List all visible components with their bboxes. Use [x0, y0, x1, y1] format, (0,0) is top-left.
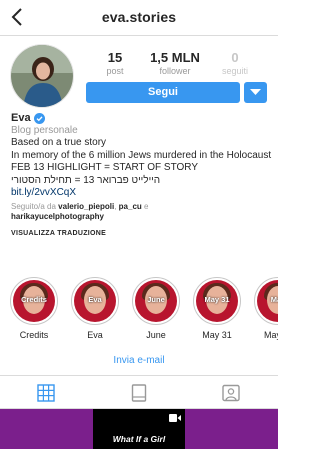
highlight-label: June: [146, 330, 166, 340]
bio-line: Based on a true story: [11, 137, 107, 148]
following-count: 0: [231, 50, 239, 65]
highlight-ring: Credits: [10, 277, 58, 325]
see-translation-link[interactable]: VISUALIZZA TRADUZIONE: [11, 228, 273, 241]
bio-line-hebrew: היילייט פברואר 13 = תחילת הסטורי: [11, 174, 161, 186]
followed-separator: ,: [114, 201, 117, 211]
follow-button[interactable]: Segui: [86, 82, 240, 103]
highlight-cover-text: June: [147, 295, 165, 304]
followed-by[interactable]: Seguito/a da valerio_piepoli, pa_cu e ha…: [11, 202, 273, 223]
tagged-icon[interactable]: [222, 384, 240, 402]
following-label: seguiti: [221, 66, 248, 76]
bio-line: FEB 13 HIGHLIGHT = START OF STORY: [11, 162, 198, 173]
highlight-cover: June: [135, 280, 177, 322]
followed-and: e: [144, 201, 149, 211]
highlight-cover: May: [257, 280, 278, 322]
profile-avatar[interactable]: [10, 44, 74, 108]
bio-link[interactable]: bit.ly/2vvXCqX: [11, 187, 273, 200]
highlight-label: May 31: [202, 330, 232, 340]
send-email-link[interactable]: Invia e-mail: [0, 355, 278, 366]
following-stat[interactable]: 0 seguiti: [200, 50, 270, 77]
video-post-thumbnail[interactable]: What If a Girl: [93, 409, 185, 449]
grid-icon[interactable]: [37, 384, 55, 402]
followed-user[interactable]: pa_cu: [119, 202, 142, 211]
feed-icon[interactable]: [130, 384, 148, 402]
followed-user[interactable]: harikayucelphotography: [11, 212, 104, 221]
highlight-cover: May 31: [196, 280, 238, 322]
highlight-label: May: [264, 330, 278, 340]
highlight-credits[interactable]: Credits Credits: [6, 277, 62, 340]
chevron-down-icon: [250, 89, 261, 95]
media-grid-row: What If a Girl: [0, 409, 278, 449]
profile-tabs: [0, 375, 278, 409]
highlight-may[interactable]: May May: [250, 277, 278, 340]
profile-category: Blog personale: [11, 124, 78, 136]
page-title: eva.stories: [101, 9, 177, 25]
highlight-may-31[interactable]: May 31 May 31: [189, 277, 245, 340]
highlight-ring: May: [254, 277, 278, 325]
highlight-cover: Credits: [13, 280, 55, 322]
followed-user[interactable]: valerio_piepoli: [58, 202, 114, 211]
highlight-cover: Eva: [74, 280, 116, 322]
avatar-photo-icon: [11, 45, 73, 107]
bio-line: In memory of the 6 million Jews murdered…: [11, 149, 272, 161]
highlight-ring: May 31: [193, 277, 241, 325]
highlight-june[interactable]: June June: [128, 277, 184, 340]
suggestions-dropdown-button[interactable]: [244, 82, 267, 103]
story-highlights: Credits Credits Eva Eva June June May 31…: [0, 277, 278, 349]
highlight-label: Eva: [87, 330, 103, 340]
highlight-cover-text: May 31: [204, 295, 230, 304]
highlight-cover-text: May: [270, 295, 278, 304]
followed-prefix: Seguito/a da: [11, 201, 56, 211]
profile-name-row: Eva: [11, 112, 273, 125]
profile-bio: Eva Blog personale Based on a true story…: [11, 112, 273, 240]
highlight-eva[interactable]: Eva Eva: [67, 277, 123, 340]
highlight-cover-text: Eva: [88, 295, 102, 304]
highlight-cover-text: Credits: [21, 295, 47, 304]
verified-badge-icon: [33, 112, 45, 124]
profile-name: Eva: [11, 112, 31, 124]
highlight-ring: June: [132, 277, 180, 325]
highlight-label: Credits: [19, 330, 49, 340]
video-icon: [169, 414, 181, 422]
highlight-ring: Eva: [71, 277, 119, 325]
video-caption: What If a Girl: [112, 434, 166, 444]
top-bar: eva.stories: [0, 0, 278, 36]
